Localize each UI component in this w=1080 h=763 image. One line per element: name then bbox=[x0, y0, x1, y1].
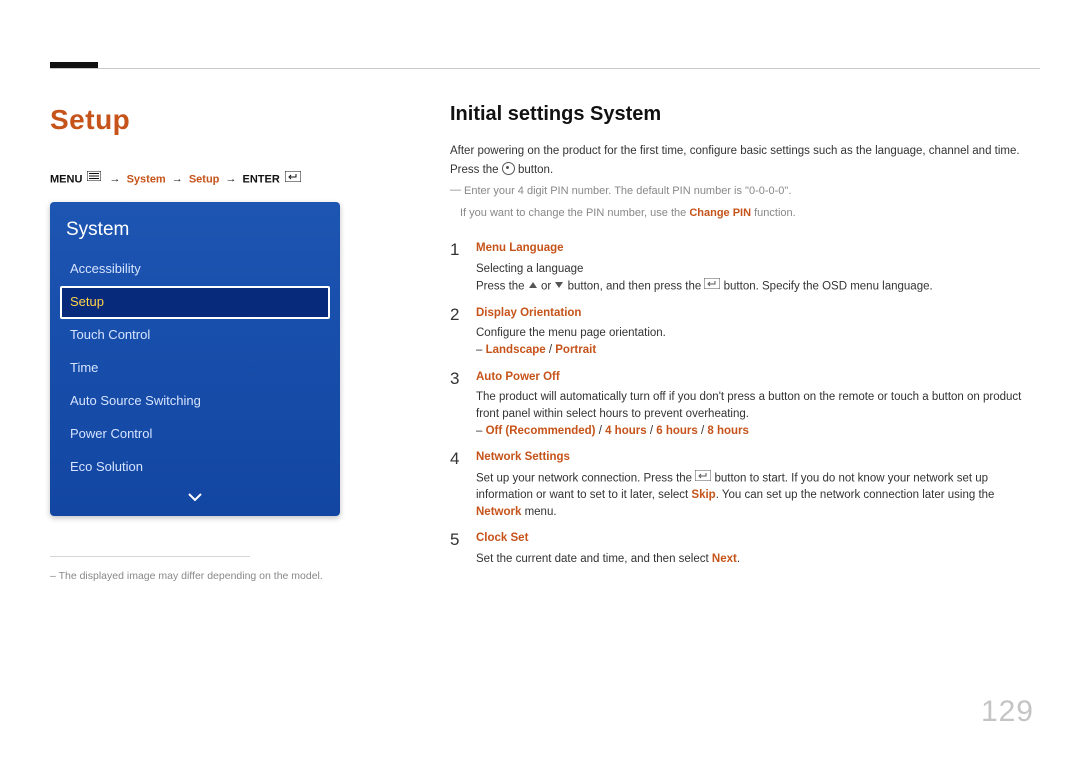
breadcrumb: MENU → System → Setup → ENTER bbox=[50, 171, 360, 188]
network-label: Network bbox=[476, 506, 521, 518]
menu-item-eco-solution[interactable]: Eco Solution bbox=[60, 451, 330, 484]
change-pin-label: Change PIN bbox=[689, 207, 751, 219]
section-heading: Initial settings System bbox=[450, 100, 1040, 129]
step-text: The product will automatically turn off … bbox=[476, 389, 1040, 422]
step-number: 2 bbox=[450, 305, 476, 325]
breadcrumb-enter: ENTER bbox=[243, 173, 280, 185]
text: or bbox=[541, 280, 554, 292]
option-4h: 4 hours bbox=[605, 425, 647, 437]
option-landscape: Landscape bbox=[486, 344, 546, 356]
next-label: Next bbox=[712, 553, 737, 565]
text: function. bbox=[751, 207, 796, 219]
breadcrumb-setup: Setup bbox=[189, 173, 220, 185]
text: button, and then press the bbox=[568, 280, 705, 292]
enter-icon bbox=[285, 171, 301, 188]
text: Set up your network connection. Press th… bbox=[476, 472, 695, 484]
menu-panel-title: System bbox=[60, 212, 330, 254]
model-disclaimer: The displayed image may differ depending… bbox=[50, 569, 360, 584]
step-title-clock-set: Clock Set bbox=[476, 530, 1040, 547]
step-text: Press the or button, and then press the bbox=[476, 278, 1040, 295]
text: Press the bbox=[476, 280, 528, 292]
step-2: 2 Display Orientation Configure the menu… bbox=[450, 305, 1040, 359]
option-6h: 6 hours bbox=[656, 425, 698, 437]
menu-item-time[interactable]: Time bbox=[60, 352, 330, 385]
enter-icon bbox=[704, 278, 720, 295]
text: . You can set up the network connection … bbox=[716, 489, 995, 501]
step-5: 5 Clock Set Set the current date and tim… bbox=[450, 530, 1040, 567]
step-text: Configure the menu page orientation. bbox=[476, 325, 1040, 342]
right-column: Initial settings System After powering o… bbox=[450, 100, 1040, 578]
left-divider bbox=[50, 556, 250, 557]
text: Set the current date and time, and then … bbox=[476, 553, 712, 565]
page-title: Setup bbox=[50, 100, 360, 141]
step-title-menu-language: Menu Language bbox=[476, 240, 1040, 257]
pin-note-line1: Enter your 4 digit PIN number. The defau… bbox=[450, 184, 791, 197]
step-text: Selecting a language bbox=[476, 261, 1040, 278]
intro-paragraph-2: Press the button. bbox=[450, 162, 1040, 179]
steps-list: 1 Menu Language Selecting a language Pre… bbox=[450, 240, 1040, 568]
sep: / bbox=[546, 344, 556, 356]
menu-item-touch-control[interactable]: Touch Control bbox=[60, 319, 330, 352]
step-options: Landscape / Portrait bbox=[476, 342, 1040, 359]
step-number: 1 bbox=[450, 240, 476, 260]
sep: / bbox=[596, 425, 606, 437]
step-1: 1 Menu Language Selecting a language Pre… bbox=[450, 240, 1040, 294]
skip-label: Skip bbox=[691, 489, 715, 501]
arrow-icon: → bbox=[169, 173, 186, 185]
step-body: Clock Set Set the current date and time,… bbox=[476, 530, 1040, 567]
arrow-icon: → bbox=[222, 173, 239, 185]
menu-item-auto-source-switching[interactable]: Auto Source Switching bbox=[60, 385, 330, 418]
step-number: 4 bbox=[450, 449, 476, 469]
system-menu-panel: System Accessibility Setup Touch Control… bbox=[50, 202, 340, 516]
text: button. bbox=[518, 164, 553, 176]
step-text: Set the current date and time, and then … bbox=[476, 551, 1040, 568]
step-body: Menu Language Selecting a language Press… bbox=[476, 240, 1040, 294]
menu-scroll-down[interactable] bbox=[60, 483, 330, 509]
step-number: 5 bbox=[450, 530, 476, 550]
step-number: 3 bbox=[450, 369, 476, 389]
step-body: Network Settings Set up your network con… bbox=[476, 449, 1040, 520]
menu-icon bbox=[87, 171, 101, 187]
step-3: 3 Auto Power Off The product will automa… bbox=[450, 369, 1040, 440]
triangle-down-icon bbox=[554, 278, 564, 295]
note-text: The displayed image may differ depending… bbox=[50, 570, 323, 582]
step-body: Display Orientation Configure the menu p… bbox=[476, 305, 1040, 359]
ring-button-icon bbox=[502, 162, 515, 175]
sep: / bbox=[647, 425, 657, 437]
text: . bbox=[737, 553, 740, 565]
enter-icon bbox=[695, 470, 711, 487]
arrow-icon: → bbox=[107, 173, 124, 185]
menu-item-power-control[interactable]: Power Control bbox=[60, 418, 330, 451]
pin-note-line2: If you want to change the PIN number, us… bbox=[450, 206, 1040, 222]
text: menu. bbox=[521, 506, 556, 518]
step-text: Set up your network connection. Press th… bbox=[476, 470, 1040, 520]
menu-item-setup[interactable]: Setup bbox=[60, 286, 330, 319]
text: If you want to change the PIN number, us… bbox=[460, 207, 689, 219]
triangle-up-icon bbox=[528, 278, 538, 295]
intro-paragraph-1: After powering on the product for the fi… bbox=[450, 143, 1040, 160]
option-portrait: Portrait bbox=[555, 344, 596, 356]
step-body: Auto Power Off The product will automati… bbox=[476, 369, 1040, 440]
top-accent-bar bbox=[50, 62, 98, 68]
option-off: Off (Recommended) bbox=[486, 425, 596, 437]
step-options: Off (Recommended) / 4 hours / 6 hours / … bbox=[476, 423, 1040, 440]
left-column: Setup MENU → System → Setup → ENTER bbox=[50, 100, 360, 584]
step-title-auto-power-off: Auto Power Off bbox=[476, 369, 1040, 386]
pin-note: Enter your 4 digit PIN number. The defau… bbox=[450, 184, 1040, 200]
menu-item-accessibility[interactable]: Accessibility bbox=[60, 253, 330, 286]
breadcrumb-system: System bbox=[127, 173, 166, 185]
step-title-display-orientation: Display Orientation bbox=[476, 305, 1040, 322]
top-rule bbox=[50, 68, 1040, 69]
page-number: 129 bbox=[981, 690, 1034, 734]
sep: / bbox=[698, 425, 708, 437]
text: button. Specify the OSD menu language. bbox=[724, 280, 933, 292]
option-8h: 8 hours bbox=[707, 425, 749, 437]
step-4: 4 Network Settings Set up your network c… bbox=[450, 449, 1040, 520]
breadcrumb-menu: MENU bbox=[50, 173, 82, 185]
step-title-network-settings: Network Settings bbox=[476, 449, 1040, 466]
text: Press the bbox=[450, 164, 502, 176]
chevron-down-icon bbox=[187, 492, 203, 502]
